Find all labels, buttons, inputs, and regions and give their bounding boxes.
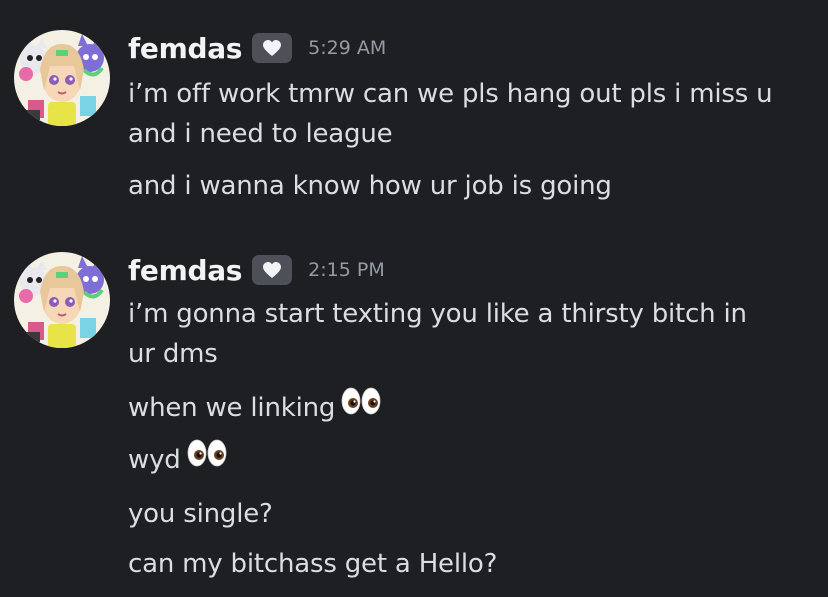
- message-text: ur dms: [128, 339, 218, 369]
- username[interactable]: femdas: [128, 254, 242, 287]
- avatar-image: [14, 30, 110, 126]
- message-timestamp: 2:15 PM: [308, 259, 385, 281]
- eyes-emoji-icon: [187, 437, 227, 481]
- message-text-row: when we linking: [128, 385, 808, 429]
- message-text-row: wyd: [128, 437, 808, 481]
- username[interactable]: femdas: [128, 32, 242, 65]
- eyes-emoji-icon: [341, 385, 381, 429]
- message-text: can my bitchass get a Hello?: [128, 549, 498, 579]
- avatar-image: [14, 252, 110, 348]
- message-text: you single?: [128, 499, 273, 529]
- message-text: when we linking: [128, 393, 336, 423]
- user-avatar[interactable]: [14, 30, 110, 126]
- message-text: i’m off work tmrw can we pls hang out pl…: [128, 79, 773, 109]
- user-avatar[interactable]: [14, 252, 110, 348]
- message-text: wyd: [128, 445, 181, 475]
- message-text: and i need to league: [128, 119, 393, 149]
- message-text: i’m gonna start texting you like a thirs…: [128, 299, 747, 329]
- message-timestamp: 5:29 AM: [308, 37, 387, 59]
- heart-badge-icon[interactable]: [252, 33, 293, 63]
- message-text: and i wanna know how ur job is going: [128, 171, 612, 201]
- message-header: femdas 5:29 AM: [128, 28, 386, 68]
- message-header: femdas 2:15 PM: [128, 250, 385, 290]
- heart-badge-icon[interactable]: [252, 255, 293, 285]
